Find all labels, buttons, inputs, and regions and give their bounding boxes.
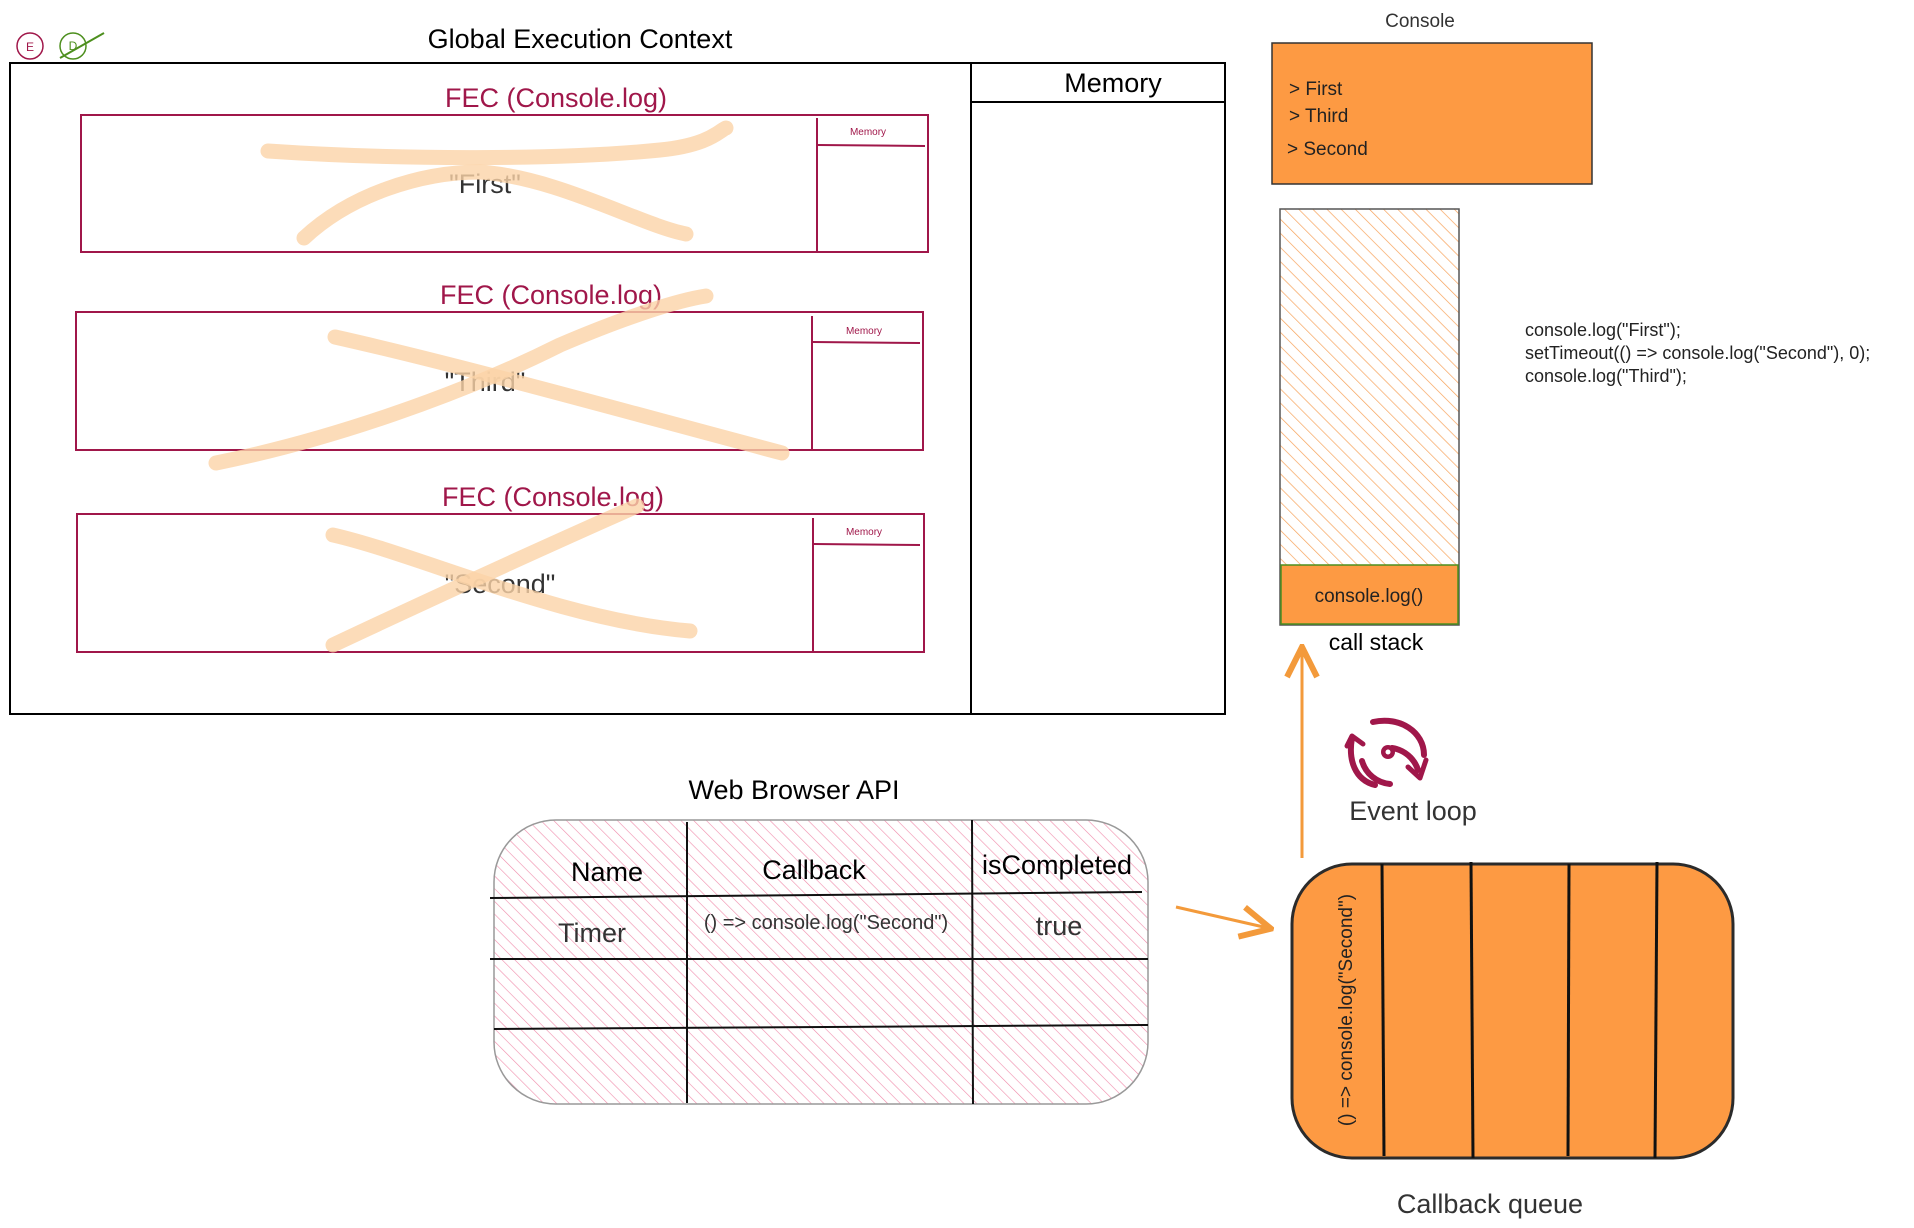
event-loop-diagram: E D Global Execution Context Memory FEC …: [9, 11, 1870, 1219]
fec-memory-line: [817, 144, 926, 147]
queue-slot-divider: [1653, 861, 1659, 1159]
call-stack-label: call stack: [1329, 629, 1424, 655]
event-loop-icon: [1344, 717, 1429, 788]
e-badge-label: E: [26, 40, 34, 54]
code-line: console.log("First");: [1525, 320, 1681, 340]
web-api-header-name: Name: [571, 857, 643, 887]
console-line: > First: [1289, 79, 1343, 100]
console-title: Console: [1385, 11, 1455, 32]
callback-queue: () => console.log("Second") Callback que…: [1290, 861, 1735, 1219]
fec-memory-label: Memory: [850, 127, 886, 138]
call-stack-frame-label: console.log(): [1315, 586, 1424, 607]
callback-queue-label: Callback queue: [1397, 1189, 1583, 1219]
web-api-col-divider: [971, 819, 974, 1105]
fec-memory-label: Memory: [846, 326, 882, 337]
fec-memory-line: [813, 543, 921, 546]
fec-memory-line: [812, 341, 921, 344]
callback-queue-item: () => console.log("Second"): [1336, 894, 1357, 1126]
code-snippet: console.log("First"); setTimeout(() => c…: [1525, 320, 1870, 386]
web-api-header-callback: Callback: [762, 855, 866, 885]
code-line: console.log("Third");: [1525, 366, 1687, 386]
call-stack-box: [1279, 208, 1460, 626]
console-line: > Second: [1287, 139, 1368, 160]
web-api-title: Web Browser API: [688, 775, 899, 805]
web-api-cell-callback: () => console.log("Second"): [704, 912, 948, 934]
event-loop-label: Event loop: [1349, 796, 1477, 826]
console-panel: Console > First > Third > Second: [1271, 11, 1593, 185]
console-line: > Third: [1289, 106, 1348, 127]
fec-title: FEC (Console.log): [440, 280, 662, 310]
callback-queue-box: [1290, 862, 1735, 1160]
fec-memory-label: Memory: [846, 527, 882, 538]
web-api-header-iscompleted: isCompleted: [982, 850, 1132, 880]
event-loop: Event loop: [1344, 717, 1477, 826]
legend: E D: [16, 32, 105, 60]
webapi-to-queue-arrow: [1175, 907, 1268, 928]
global-memory-label: Memory: [1064, 68, 1162, 98]
code-line: setTimeout(() => console.log("Second"), …: [1525, 343, 1870, 363]
fec-title: FEC (Console.log): [445, 83, 667, 113]
queue-slot-divider: [1566, 863, 1571, 1157]
queue-slot-divider: [1469, 861, 1475, 1159]
global-context-title: Global Execution Context: [428, 24, 733, 54]
call-stack: console.log() call stack: [1279, 208, 1460, 655]
queue-slot-divider: [1380, 863, 1386, 1157]
web-api: Web Browser API Name Callback isComplete…: [489, 775, 1149, 1105]
web-api-cell-iscompleted: true: [1036, 911, 1083, 941]
web-api-cell-name: Timer: [558, 918, 626, 948]
